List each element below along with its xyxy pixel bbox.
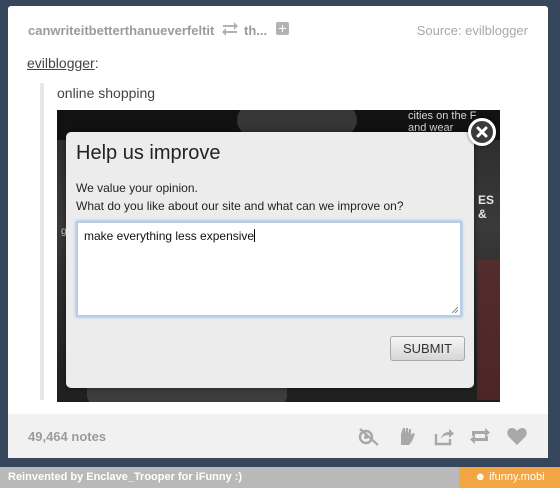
close-icon [476, 126, 488, 138]
quoted-user-line: evilblogger: [27, 55, 99, 71]
dialog-title: Help us improve [76, 142, 221, 164]
image-background-text: cities on the F and wear [408, 110, 477, 134]
like-hand-icon[interactable] [395, 426, 417, 446]
image-blur-shape [477, 260, 500, 400]
share-arrow-icon[interactable] [433, 426, 455, 446]
dialog-text: We value your opinion. [76, 181, 198, 195]
post-caption: online shopping [57, 85, 156, 101]
feedback-textarea[interactable]: make everything less expensive [76, 221, 462, 317]
reblog-small-icon [222, 22, 238, 36]
ifunny-badge: ☻ ifunny.mobi [459, 467, 560, 488]
ifunny-smile-icon: ☻ [474, 471, 487, 483]
dialog-text: What do you like about our site and what… [76, 199, 404, 213]
follow-plus-icon[interactable] [276, 22, 289, 35]
watermark-credit: Reinvented by Enclave_Trooper for iFunny… [8, 471, 243, 483]
heart-icon[interactable] [506, 426, 528, 446]
reblogged-from-username[interactable]: th... [244, 23, 267, 38]
feedback-dialog: Help us improve We value your opinion. W… [66, 132, 474, 388]
quoted-user-link[interactable]: evilblogger [27, 55, 95, 71]
text-caret [254, 229, 256, 242]
reblogger-username[interactable]: canwriteitbetterthanueverfeltit [28, 23, 214, 38]
ifunny-domain: ifunny.mobi [489, 471, 545, 483]
image-background-text: ES & [478, 193, 495, 221]
quote-bar [40, 83, 44, 400]
resize-grip-icon[interactable] [451, 306, 458, 313]
post-footer: 49,464 notes [8, 414, 548, 458]
close-dialog-button[interactable] [468, 118, 496, 146]
tumblr-post: canwriteitbetterthanueverfeltit th... So… [8, 6, 548, 458]
submit-button[interactable]: SUBMIT [390, 336, 465, 361]
watermark-banner: Reinvented by Enclave_Trooper for iFunny… [0, 467, 560, 488]
post-header: canwriteitbetterthanueverfeltit th... So… [8, 6, 548, 52]
feedback-text: make everything less expensive [84, 229, 255, 243]
source-link[interactable]: Source: evilblogger [417, 23, 528, 38]
reblog-icon[interactable] [469, 426, 491, 446]
quoted-user-colon: : [94, 55, 99, 71]
notes-count[interactable]: 49,464 notes [28, 429, 106, 444]
share-icon[interactable] [358, 426, 380, 446]
